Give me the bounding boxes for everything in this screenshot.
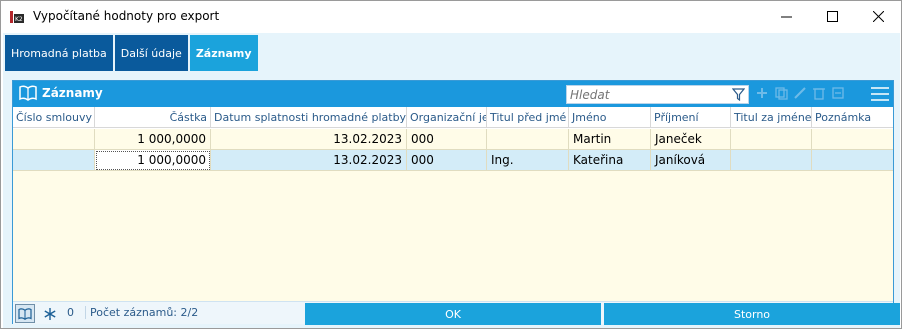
dialog-content: Hromadná platba Další údaje Záznamy Zázn… — [3, 33, 900, 328]
col-header-castka[interactable]: Částka — [95, 107, 211, 128]
cell-cislo-smlouvy[interactable] — [13, 129, 95, 150]
col-header-jmeno[interactable]: Jméno — [569, 107, 651, 128]
cell-organizacni[interactable]: 000 — [407, 129, 487, 150]
filter-icon[interactable] — [732, 88, 745, 101]
search-input[interactable] — [567, 86, 727, 103]
cancel-button[interactable]: Storno — [604, 303, 900, 325]
records-panel: Záznamy Hledat Číslo smlouvy Částka Datu… — [12, 80, 894, 324]
window-title: Vypočítané hodnoty pro export — [33, 9, 220, 23]
ok-button[interactable]: OK — [305, 303, 601, 325]
export-icon[interactable] — [831, 86, 845, 100]
frozen-count: 0 — [67, 306, 74, 319]
col-header-cislo-smlouvy[interactable]: Číslo smlouvy — [13, 107, 95, 128]
tab-strip: Hromadná platba Další údaje Záznamy — [5, 35, 260, 71]
minimize-icon — [780, 16, 792, 18]
tab-dalsi-udaje[interactable]: Další údaje — [114, 35, 188, 71]
book-view-button[interactable] — [15, 304, 35, 323]
dialog-window: K2 Vypočítané hodnoty pro export Hromadn… — [0, 0, 902, 329]
cell-castka-focused[interactable]: 1 000,0000 — [95, 150, 211, 171]
hamburger-menu-icon[interactable] — [871, 86, 889, 102]
book-icon — [18, 307, 32, 320]
table-row-selected[interactable]: 1 000,0000 13.02.2023 000 Ing. Kateřina … — [13, 150, 893, 171]
snowflake-button[interactable] — [40, 304, 60, 323]
cell-jmeno[interactable]: Kateřina — [569, 150, 651, 171]
cell-datum[interactable]: 13.02.2023 — [211, 129, 407, 150]
minimize-button[interactable] — [763, 1, 809, 32]
cell-cislo-smlouvy[interactable] — [13, 150, 95, 171]
col-header-titul-pred[interactable]: Titul před jmé — [487, 107, 569, 128]
close-button[interactable] — [855, 1, 901, 32]
col-header-titul-za[interactable]: Titul za jménem — [731, 107, 812, 128]
col-header-organizacni-jednotka[interactable]: Organizační je — [407, 107, 487, 128]
tab-zaznamy[interactable]: Záznamy — [189, 35, 258, 71]
maximize-button[interactable] — [809, 1, 855, 32]
book-icon — [19, 85, 37, 101]
cell-organizacni[interactable]: 000 — [407, 150, 487, 171]
cell-titul-za[interactable] — [731, 129, 812, 150]
grid-header: Číslo smlouvy Částka Datum splatnosti hr… — [13, 107, 893, 128]
edit-icon[interactable] — [793, 86, 807, 100]
col-header-poznamka[interactable]: Poznámka — [812, 107, 893, 128]
add-icon[interactable] — [755, 86, 769, 100]
cell-titul-za[interactable] — [731, 150, 812, 171]
copy-icon[interactable] — [774, 86, 788, 100]
cell-jmeno[interactable]: Martin — [569, 129, 651, 150]
cell-datum[interactable]: 13.02.2023 — [211, 150, 407, 171]
cell-titul-pred[interactable]: Ing. — [487, 150, 569, 171]
panel-title: Záznamy — [42, 86, 103, 100]
title-bar: K2 Vypočítané hodnoty pro export — [1, 1, 901, 32]
cell-prijmeni[interactable]: Janeček — [651, 129, 731, 150]
delete-icon[interactable] — [812, 86, 826, 100]
app-logo-icon: K2 — [9, 9, 25, 25]
col-header-datum-splatnosti[interactable]: Datum splatnosti hromadné platby — [211, 107, 407, 128]
snowflake-icon — [44, 307, 56, 320]
col-header-prijmeni[interactable]: Příjmení — [651, 107, 731, 128]
search-box — [566, 85, 749, 104]
close-icon — [872, 11, 884, 22]
cell-titul-pred[interactable] — [487, 129, 569, 150]
cell-poznamka[interactable] — [812, 129, 893, 150]
maximize-icon — [826, 11, 838, 22]
record-count: Počet záznamů: 2/2 — [85, 306, 198, 319]
cell-poznamka[interactable] — [812, 150, 893, 171]
tab-hromadna-platba[interactable]: Hromadná platba — [5, 35, 113, 71]
cell-prijmeni[interactable]: Janíková — [651, 150, 731, 171]
cell-castka[interactable]: 1 000,0000 — [95, 129, 211, 150]
header-tools — [755, 86, 845, 100]
table-row[interactable]: 1 000,0000 13.02.2023 000 Martin Janeček — [13, 129, 893, 150]
svg-text:K2: K2 — [15, 16, 23, 23]
panel-header: Záznamy — [13, 81, 893, 107]
